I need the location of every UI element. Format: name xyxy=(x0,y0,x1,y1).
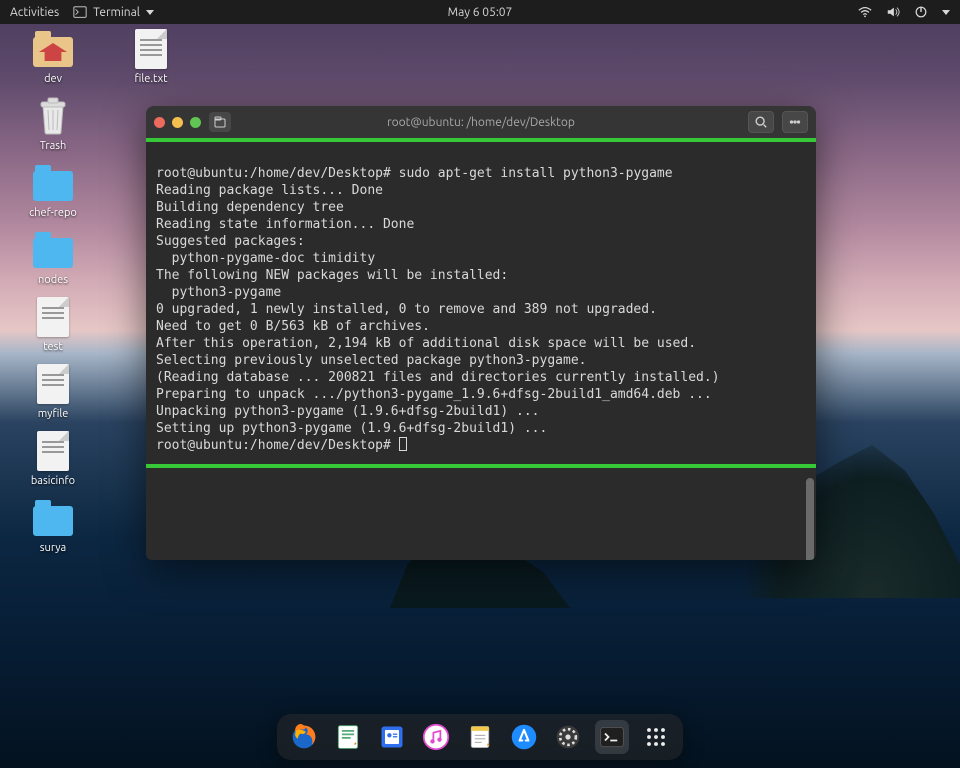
window-controls xyxy=(154,117,201,128)
app-store-icon xyxy=(510,723,538,751)
files-icon xyxy=(378,723,406,751)
dock-app-grid[interactable] xyxy=(639,720,673,754)
terminal-title: root@ubuntu: /home/dev/Desktop xyxy=(387,116,575,129)
terminal-line: After this operation, 2,194 kB of additi… xyxy=(156,336,696,351)
terminal-line: Reading package lists... Done xyxy=(156,183,383,198)
desktop-icon-basicinfo[interactable]: basicinfo xyxy=(14,430,92,487)
desktop-icon-myfile[interactable]: myfile xyxy=(14,363,92,420)
app-menu-label: Terminal xyxy=(93,6,140,19)
dock xyxy=(277,714,683,760)
terminal-prompt: root@ubuntu:/home/dev/Desktop# xyxy=(156,166,391,181)
terminal-line: The following NEW packages will be insta… xyxy=(156,268,508,283)
terminal-line: Reading state information... Done xyxy=(156,217,414,232)
terminal-small-icon xyxy=(73,5,87,19)
terminal-line: Building dependency tree xyxy=(156,200,344,215)
desktop-icon-surya[interactable]: surya xyxy=(14,497,92,554)
folder-icon xyxy=(33,171,73,201)
wifi-icon[interactable] xyxy=(858,5,872,19)
search-button[interactable] xyxy=(748,111,774,133)
clock[interactable]: May 6 05:07 xyxy=(448,6,513,19)
desktop-icon-label: test xyxy=(43,341,62,353)
terminal-cursor xyxy=(399,437,407,451)
app-menu[interactable]: Terminal xyxy=(73,5,154,19)
terminal-output: root@ubuntu:/home/dev/Desktop# sudo apt-… xyxy=(146,144,816,454)
dock-app-store[interactable] xyxy=(507,720,541,754)
file-icon xyxy=(135,29,167,69)
system-menu-chevron-icon[interactable] xyxy=(942,10,950,15)
text-editor-icon xyxy=(334,723,362,751)
dock-music[interactable] xyxy=(419,720,453,754)
power-icon[interactable] xyxy=(914,5,928,19)
terminal-line: Selecting previously unselected package … xyxy=(156,353,586,368)
firefox-icon xyxy=(290,723,318,751)
home-folder-icon xyxy=(33,37,73,67)
maximize-button[interactable] xyxy=(190,117,201,128)
file-icon xyxy=(37,364,69,404)
new-tab-icon xyxy=(214,116,226,128)
desktop-icon-label: surya xyxy=(40,542,66,554)
desktop-icon-label: myfile xyxy=(38,408,69,420)
dock-firefox[interactable] xyxy=(287,720,321,754)
notes-icon xyxy=(466,723,494,751)
desktop-icon-nodes[interactable]: nodes xyxy=(14,229,92,286)
folder-icon xyxy=(33,506,73,536)
terminal-line: python-pygame-doc timidity xyxy=(156,251,375,266)
desktop-icon-label: file.txt xyxy=(135,73,168,85)
desktop-icon-label: dev xyxy=(44,73,62,85)
terminal-line: python3-pygame xyxy=(156,285,281,300)
terminal-line: Suggested packages: xyxy=(156,234,305,249)
chevron-down-icon xyxy=(146,10,154,15)
file-icon xyxy=(37,297,69,337)
dock-notes[interactable] xyxy=(463,720,497,754)
search-icon xyxy=(754,115,768,129)
scrollbar-thumb[interactable] xyxy=(806,478,814,560)
menu-button[interactable] xyxy=(782,111,808,133)
terminal-scrollbar[interactable] xyxy=(806,178,814,550)
desktop-icon-label: chef-repo xyxy=(29,207,77,219)
terminal-prompt: root@ubuntu:/home/dev/Desktop# xyxy=(156,438,391,453)
music-icon xyxy=(422,723,450,751)
folder-icon xyxy=(33,238,73,268)
terminal-body[interactable]: root@ubuntu:/home/dev/Desktop# sudo apt-… xyxy=(146,138,816,560)
close-button[interactable] xyxy=(154,117,165,128)
terminal-line: Unpacking python3-pygame (1.9.6+dfsg-2bu… xyxy=(156,404,540,419)
desktop-icon-test[interactable]: test xyxy=(14,296,92,353)
desktop-icon-filetxt[interactable]: file.txt xyxy=(112,28,190,85)
terminal-line: Need to get 0 B/563 kB of archives. xyxy=(156,319,430,334)
desktop-icon-label: Trash xyxy=(40,140,67,152)
desktop-icon-dev[interactable]: dev xyxy=(14,28,92,85)
terminal-titlebar[interactable]: root@ubuntu: /home/dev/Desktop xyxy=(146,106,816,138)
desktop-icon-label: basicinfo xyxy=(31,475,75,487)
new-tab-button[interactable] xyxy=(209,112,231,132)
terminal-line: (Reading database ... 200821 files and d… xyxy=(156,370,720,385)
desktop-icon-chefrepo[interactable]: chef-repo xyxy=(14,162,92,219)
terminal-line: Preparing to unpack .../python3-pygame_1… xyxy=(156,387,712,402)
trash-icon xyxy=(30,95,76,137)
settings-icon xyxy=(554,723,582,751)
terminal-icon xyxy=(598,723,626,751)
dock-text-editor[interactable] xyxy=(331,720,365,754)
file-icon xyxy=(37,431,69,471)
desktop-icon-trash[interactable]: Trash xyxy=(14,95,92,152)
kebab-icon xyxy=(788,115,802,129)
terminal-command: sudo apt-get install python3-pygame xyxy=(399,166,673,181)
desktop-icon-label: nodes xyxy=(38,274,68,286)
minimize-button[interactable] xyxy=(172,117,183,128)
terminal-line: 0 upgraded, 1 newly installed, 0 to remo… xyxy=(156,302,657,317)
dock-terminal[interactable] xyxy=(595,720,629,754)
volume-icon[interactable] xyxy=(886,5,900,19)
top-bar: Activities Terminal May 6 05:07 xyxy=(0,0,960,24)
terminal-window[interactable]: root@ubuntu: /home/dev/Desktop root@ubun… xyxy=(146,106,816,560)
terminal-line: Setting up python3-pygame (1.9.6+dfsg-2b… xyxy=(156,421,547,436)
activities-button[interactable]: Activities xyxy=(10,6,59,19)
app-grid-icon xyxy=(642,723,670,751)
dock-settings[interactable] xyxy=(551,720,585,754)
dock-files[interactable] xyxy=(375,720,409,754)
